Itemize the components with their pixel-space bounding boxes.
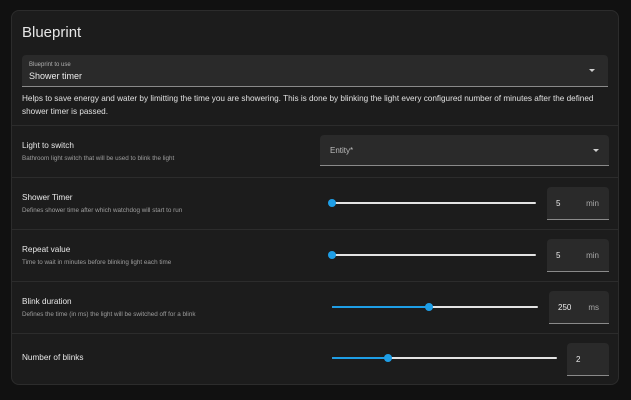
divider [12,125,618,126]
blueprint-select-label: Blueprint to use [29,62,71,68]
dropdown-arrow-icon [593,149,599,152]
blink-duration-title: Blink duration [22,297,72,306]
slider-fill [332,357,389,359]
repeat-value-value: 5 [556,251,561,260]
slider-thumb[interactable] [328,199,336,207]
slider-thumb[interactable] [328,251,336,259]
shower-timer-slider[interactable] [328,199,536,207]
number-of-blinks-number-field[interactable]: 2 [567,343,609,376]
blueprint-description: Helps to save energy and water by limitt… [22,94,594,116]
blueprint-select-value: Shower timer [29,71,83,81]
shower-timer-unit: min [586,199,599,208]
shower-timer-value: 5 [556,199,561,208]
blueprint-select[interactable]: Blueprint to use Shower timer [22,55,608,87]
entity-picker[interactable]: Entity* [320,135,609,166]
shower-timer-subtitle: Defines shower time after which watchdog… [22,207,183,214]
light-input-subtitle: Bathroom light switch that will be used … [22,155,175,162]
light-input-title: Light to switch [22,141,74,150]
repeat-value-number-field[interactable]: 5 min [547,239,609,272]
number-of-blinks-title: Number of blinks [22,353,84,362]
blink-duration-number-field[interactable]: 250 ms [549,291,609,324]
blink-duration-value: 250 [558,303,572,312]
repeat-value-unit: min [586,251,599,260]
repeat-value-slider[interactable] [328,251,536,259]
shower-timer-number-field[interactable]: 5 min [547,187,609,220]
blink-duration-subtitle: Defines the time (in ms) the light will … [22,311,196,318]
divider [12,281,618,282]
dropdown-arrow-icon [589,69,595,72]
repeat-value-title: Repeat value [22,245,71,254]
divider [12,177,618,178]
slider-fill [332,306,429,308]
entity-picker-placeholder: Entity* [330,146,354,155]
blink-duration-slider[interactable] [332,303,538,311]
shower-timer-title: Shower Timer [22,193,73,202]
blink-duration-unit: ms [588,303,599,312]
slider-thumb[interactable] [384,354,393,362]
number-of-blinks-slider[interactable] [332,354,557,362]
repeat-value-subtitle: Time to wait in minutes before blinking … [22,259,172,266]
slider-thumb[interactable] [424,303,433,311]
divider [12,333,618,334]
number-of-blinks-value: 2 [576,355,581,364]
card-title: Blueprint [22,24,82,41]
divider [12,229,618,230]
blueprint-card: Blueprint Blueprint to use Shower timer … [11,10,619,385]
